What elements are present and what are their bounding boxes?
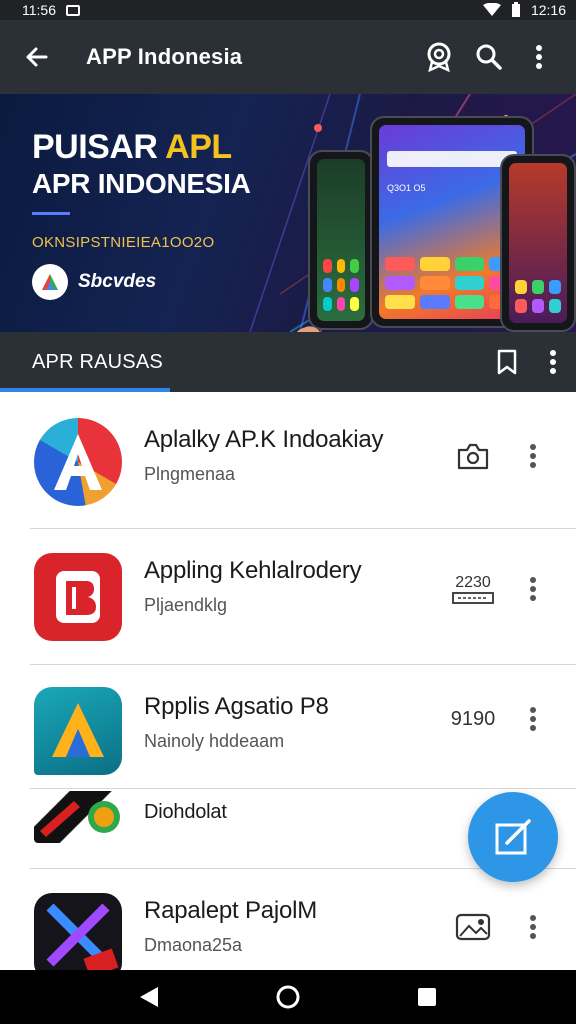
status-time-right: 12:16 bbox=[530, 2, 566, 18]
back-triangle-icon bbox=[140, 987, 159, 1007]
banner-brand-label: Sbcvdes bbox=[78, 271, 157, 292]
back-arrow-icon bbox=[26, 47, 48, 67]
list-item[interactable]: Rapalept PajolM Dmaona25a bbox=[0, 869, 576, 970]
system-nav-bar bbox=[0, 970, 576, 1024]
battery-icon bbox=[511, 2, 520, 17]
more-vert-icon bbox=[530, 577, 536, 601]
app-name: Diohdolat bbox=[144, 801, 227, 823]
camera-button[interactable] bbox=[448, 436, 498, 476]
app-subtitle: Dmaona25a bbox=[144, 935, 243, 955]
app-icon-teal-a bbox=[34, 687, 122, 775]
item-more-button[interactable] bbox=[518, 436, 548, 476]
list-item[interactable]: Rpplis Agsatio P8 Nainoly hddeaam 9190 bbox=[0, 665, 576, 789]
back-button[interactable] bbox=[10, 20, 64, 94]
more-menu-button[interactable] bbox=[514, 20, 564, 94]
bookmark-icon bbox=[497, 349, 517, 375]
banner-phone-left bbox=[308, 150, 374, 330]
app-name: Appling Kehlalrodery bbox=[144, 557, 362, 584]
app-icon-red-blue-a bbox=[34, 418, 122, 506]
banner-phone-searchbar bbox=[387, 151, 517, 167]
section-more-button[interactable] bbox=[530, 332, 576, 392]
badge-button[interactable] bbox=[414, 20, 464, 94]
ticket-icon bbox=[452, 592, 494, 604]
section-header: APR RAUSAS bbox=[0, 332, 576, 392]
more-vert-icon bbox=[530, 707, 536, 731]
ticket-count: 2230 bbox=[455, 574, 491, 591]
play-store-logo-icon bbox=[32, 264, 68, 300]
more-vert-icon bbox=[550, 350, 556, 374]
page-title: APP Indonesia bbox=[86, 44, 243, 69]
banner-headline-accent: APL bbox=[165, 128, 232, 166]
list-item[interactable]: Appling Kehlalrodery Pljaendklg 2230 bbox=[0, 529, 576, 665]
item-more-button[interactable] bbox=[518, 699, 548, 739]
promo-banner[interactable]: PUISAR APL APR INDONESIA OKNSIPSTNIEIEA1… bbox=[0, 94, 576, 332]
app-subtitle: Nainoly hddeaam bbox=[144, 731, 285, 751]
item-more-button[interactable] bbox=[518, 907, 548, 947]
app-subtitle: Pljaendklg bbox=[144, 595, 228, 615]
app-icon-dark-x bbox=[34, 893, 122, 970]
more-vert-icon bbox=[530, 915, 536, 939]
app-icon-red-document bbox=[34, 553, 122, 641]
app-icon-black-red bbox=[34, 791, 122, 843]
home-circle-icon bbox=[276, 985, 300, 1009]
banner-subline: OKNSIPSTNIEIEA1OO2O bbox=[32, 234, 215, 251]
ticket-button[interactable]: 2230 bbox=[448, 569, 498, 609]
banner-headline-line2: APR INDONESIA bbox=[32, 168, 251, 199]
badge-icon bbox=[427, 42, 451, 72]
counter-badge[interactable]: 9190 bbox=[448, 699, 498, 739]
status-time-left: 11:56 bbox=[22, 2, 56, 18]
banner-phone-right bbox=[500, 154, 576, 332]
app-subtitle: Plngmenaa bbox=[144, 464, 236, 484]
status-bar: 11:56 12:16 bbox=[0, 0, 576, 20]
more-vert-icon bbox=[530, 444, 536, 468]
app-name: Aplalky AP.K Indoakiay bbox=[144, 426, 384, 453]
notification-icon bbox=[66, 4, 80, 16]
app-name: Rapalept PajolM bbox=[144, 897, 318, 924]
app-name: Rpplis Agsatio P8 bbox=[144, 693, 329, 720]
nav-recents-button[interactable] bbox=[407, 977, 447, 1017]
nav-back-button[interactable] bbox=[129, 977, 169, 1017]
more-vert-icon bbox=[536, 45, 542, 69]
compose-fab[interactable] bbox=[468, 792, 558, 882]
banner-divider bbox=[32, 212, 70, 215]
wifi-icon bbox=[482, 3, 501, 16]
banner-phone-header: Q3O1 O5 bbox=[387, 183, 426, 193]
compose-icon bbox=[495, 819, 531, 855]
photo-button[interactable] bbox=[448, 907, 498, 947]
banner-headline-part1: PUISAR bbox=[32, 128, 166, 166]
camera-icon bbox=[457, 443, 489, 470]
search-button[interactable] bbox=[464, 20, 514, 94]
bookmark-button[interactable] bbox=[484, 332, 530, 392]
section-title[interactable]: APR RAUSAS bbox=[32, 351, 484, 374]
banner-headline: PUISAR APL bbox=[32, 128, 232, 167]
nav-home-button[interactable] bbox=[268, 977, 308, 1017]
search-icon bbox=[476, 44, 502, 70]
photo-icon bbox=[455, 913, 491, 941]
app-bar: APP Indonesia bbox=[0, 20, 576, 94]
app-list: Aplalky AP.K Indoakiay Plngmenaa Appling… bbox=[0, 392, 576, 970]
recents-square-icon bbox=[417, 988, 436, 1006]
banner-brand: Sbcvdes bbox=[32, 264, 156, 300]
list-item[interactable]: Aplalky AP.K Indoakiay Plngmenaa bbox=[0, 392, 576, 528]
item-more-button[interactable] bbox=[518, 569, 548, 609]
